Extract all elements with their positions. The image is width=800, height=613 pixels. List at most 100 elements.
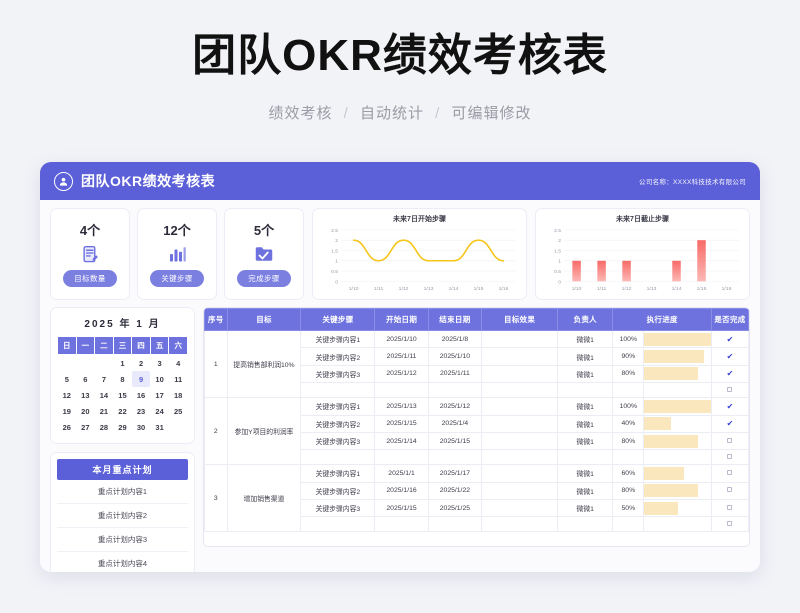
okr-effect[interactable]	[481, 449, 559, 466]
calendar-day[interactable]: 24	[150, 403, 169, 419]
okr-done-checked[interactable]: ✔	[710, 397, 749, 416]
okr-step[interactable]: 关键步骤内容2	[300, 347, 376, 366]
okr-step[interactable]: 关键步骤内容1	[300, 464, 376, 483]
okr-done-checked[interactable]: ✔	[710, 329, 749, 349]
calendar-day[interactable]: 26	[58, 419, 77, 435]
calendar-day[interactable]: 27	[76, 419, 95, 435]
calendar-day[interactable]: 10	[150, 371, 169, 387]
okr-start-date[interactable]: 2025/1/11	[374, 347, 429, 366]
calendar-day[interactable]: 7	[95, 371, 114, 387]
okr-start-date[interactable]	[374, 449, 429, 466]
okr-done-checked[interactable]: ✔	[710, 364, 749, 384]
calendar-day[interactable]: 8	[113, 371, 132, 387]
okr-progress-value[interactable]	[612, 449, 645, 466]
okr-effect[interactable]	[481, 464, 559, 483]
okr-step[interactable]: 关键步骤内容1	[300, 329, 376, 349]
okr-owner[interactable]: 微微1	[557, 498, 614, 518]
okr-progress-value[interactable]: 80%	[612, 431, 645, 451]
okr-step[interactable]: 关键步骤内容3	[300, 498, 376, 518]
okr-end-date[interactable]	[427, 516, 483, 533]
monthly-plan-item[interactable]: 重点计划内容1	[57, 480, 188, 504]
calendar-day[interactable]: 3	[150, 355, 169, 372]
okr-end-date[interactable]: 2025/1/12	[427, 397, 483, 416]
okr-progress-value[interactable]: 100%	[612, 329, 645, 349]
okr-effect[interactable]	[481, 414, 559, 433]
okr-end-date[interactable]	[427, 449, 483, 466]
okr-done-unchecked[interactable]	[710, 449, 749, 466]
okr-effect[interactable]	[481, 382, 559, 399]
okr-owner[interactable]: 微微1	[557, 481, 614, 501]
okr-progress-value[interactable]: 50%	[612, 498, 645, 518]
okr-done-checked[interactable]: ✔	[710, 414, 749, 433]
calendar-day[interactable]: 18	[169, 387, 188, 403]
okr-goal[interactable]: 提高销售部利润10%	[226, 329, 302, 399]
calendar-day[interactable]: 28	[95, 419, 114, 435]
calendar-day[interactable]: 14	[95, 387, 114, 403]
okr-progress-value[interactable]: 90%	[612, 347, 645, 366]
okr-effect[interactable]	[481, 329, 559, 349]
okr-end-date[interactable]: 2025/1/8	[427, 329, 483, 349]
stat-card-completed-steps[interactable]: 5个 完成步骤	[224, 208, 304, 300]
calendar-day[interactable]: 11	[169, 371, 188, 387]
table-row[interactable]: 2 参加Y项目的利润率 关键步骤内容1 2025/1/13 2025/1/12 微微1 10…	[204, 397, 749, 466]
okr-start-date[interactable]: 2025/1/15	[374, 498, 429, 518]
okr-end-date[interactable]: 2025/1/22	[427, 481, 483, 501]
okr-end-date[interactable]: 2025/1/15	[427, 431, 483, 451]
okr-progress-value[interactable]: 40%	[612, 414, 645, 433]
okr-end-date[interactable]	[427, 382, 483, 399]
okr-effect[interactable]	[481, 364, 559, 384]
okr-effect[interactable]	[481, 498, 559, 518]
okr-start-date[interactable]	[374, 382, 429, 399]
okr-end-date[interactable]: 2025/1/17	[427, 464, 483, 483]
okr-start-date[interactable]: 2025/1/1	[374, 464, 429, 483]
okr-owner[interactable]: 微微1	[557, 329, 614, 349]
calendar-day[interactable]: 16	[132, 387, 151, 403]
okr-start-date[interactable]: 2025/1/15	[374, 414, 429, 433]
calendar-day[interactable]: 22	[113, 403, 132, 419]
calendar-day[interactable]: 12	[58, 387, 77, 403]
okr-done-unchecked[interactable]	[710, 481, 749, 501]
calendar-day[interactable]: 20	[76, 403, 95, 419]
okr-step[interactable]: 关键步骤内容2	[300, 481, 376, 501]
okr-goal[interactable]: 增加销售渠道	[226, 464, 302, 533]
okr-owner[interactable]: 微微1	[557, 464, 614, 483]
okr-start-date[interactable]: 2025/1/14	[374, 431, 429, 451]
calendar-day[interactable]: 13	[76, 387, 95, 403]
calendar-day[interactable]: 17	[150, 387, 169, 403]
okr-done-unchecked[interactable]	[710, 464, 749, 483]
calendar-day[interactable]: 1	[113, 355, 132, 372]
calendar-day[interactable]: 19	[58, 403, 77, 419]
table-row[interactable]: 3 增加销售渠道 关键步骤内容1 2025/1/1 2025/1/17 微微1 60%	[204, 464, 749, 533]
calendar-day[interactable]: 25	[169, 403, 188, 419]
okr-goal[interactable]: 参加Y项目的利润率	[226, 397, 302, 466]
okr-start-date[interactable]: 2025/1/10	[374, 329, 429, 349]
monthly-plan-item[interactable]: 重点计划内容4	[57, 552, 188, 572]
okr-progress-value[interactable]: 80%	[612, 364, 645, 384]
monthly-plan-item[interactable]: 重点计划内容2	[57, 504, 188, 528]
okr-start-date[interactable]: 2025/1/16	[374, 481, 429, 501]
okr-step[interactable]: 关键步骤内容2	[300, 414, 376, 433]
okr-owner[interactable]	[557, 382, 614, 399]
okr-effect[interactable]	[481, 397, 559, 416]
okr-done-unchecked[interactable]	[710, 382, 749, 399]
okr-start-date[interactable]: 2025/1/13	[374, 397, 429, 416]
okr-done-checked[interactable]: ✔	[710, 347, 749, 366]
okr-step[interactable]: 关键步骤内容1	[300, 397, 376, 416]
okr-owner[interactable]: 微微1	[557, 397, 614, 416]
okr-start-date[interactable]: 2025/1/12	[374, 364, 429, 384]
calendar-day[interactable]: 6	[76, 371, 95, 387]
stat-card-goals[interactable]: 4个 目标数量	[50, 208, 130, 300]
stat-label[interactable]: 目标数量	[63, 270, 117, 287]
okr-owner[interactable]: 微微1	[557, 364, 614, 384]
okr-progress-value[interactable]	[612, 382, 645, 399]
okr-end-date[interactable]: 2025/1/4	[427, 414, 483, 433]
okr-owner[interactable]	[557, 516, 614, 533]
okr-owner[interactable]: 微微1	[557, 414, 614, 433]
calendar-day[interactable]: 21	[95, 403, 114, 419]
okr-progress-value[interactable]: 100%	[612, 397, 645, 416]
calendar-day[interactable]: 29	[113, 419, 132, 435]
okr-done-unchecked[interactable]	[710, 498, 749, 518]
okr-step[interactable]: 关键步骤内容3	[300, 431, 376, 451]
okr-effect[interactable]	[481, 516, 559, 533]
okr-progress-value[interactable]	[612, 516, 645, 533]
